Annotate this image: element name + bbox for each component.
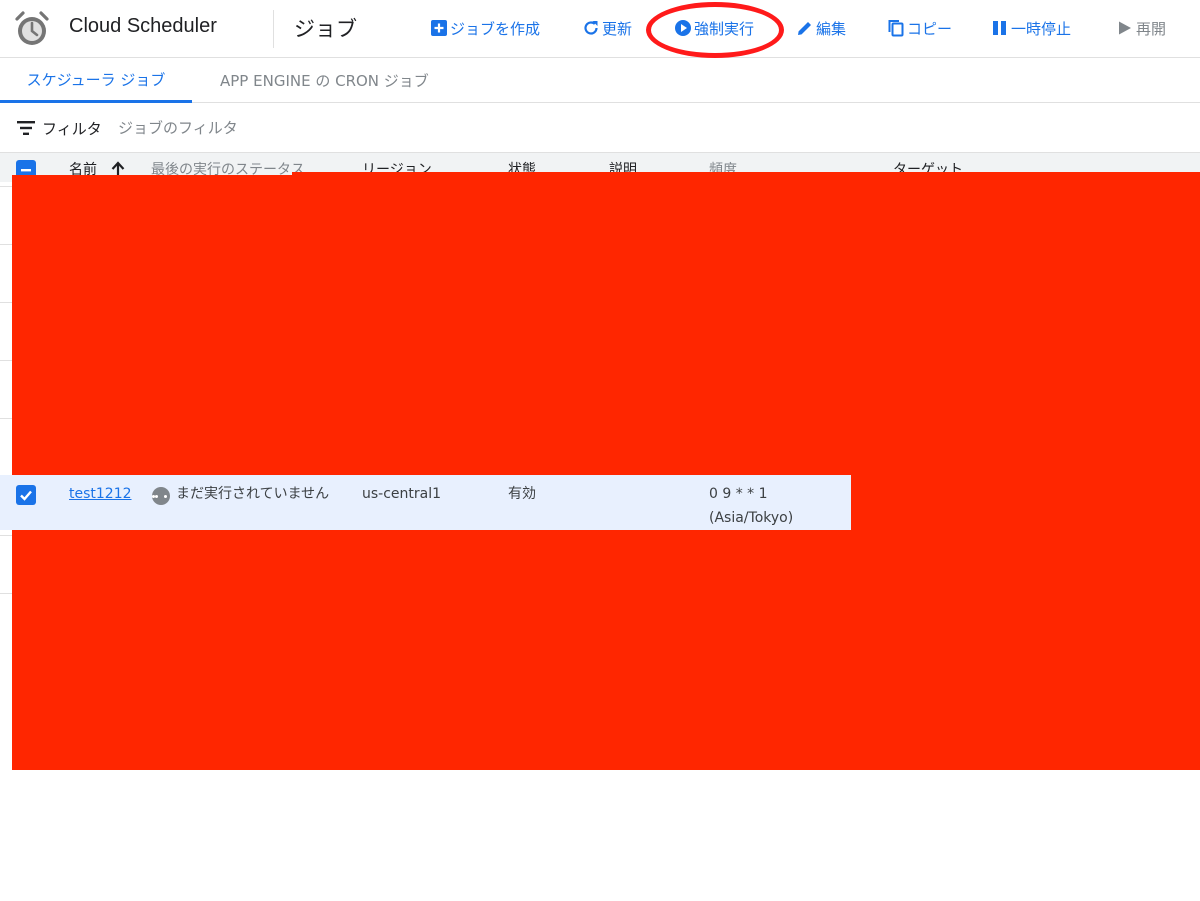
create-job-button[interactable]: ジョブを作成 bbox=[430, 14, 540, 42]
job-type-tabs: スケジューラ ジョブ APP ENGINE の CRON ジョブ bbox=[0, 58, 1200, 103]
filter-input[interactable] bbox=[118, 116, 518, 140]
tab-scheduler-jobs[interactable]: スケジューラ ジョブ bbox=[0, 58, 192, 103]
resume-label: 再開 bbox=[1136, 19, 1167, 38]
row-separator bbox=[0, 244, 12, 245]
refresh-label: 更新 bbox=[602, 19, 633, 38]
row-separator bbox=[0, 186, 12, 187]
check-icon bbox=[20, 490, 32, 501]
play-icon bbox=[1119, 21, 1131, 35]
tab-app-engine-cron-jobs[interactable]: APP ENGINE の CRON ジョブ bbox=[220, 58, 429, 103]
redaction-overlay bbox=[851, 474, 1200, 531]
row-checkbox[interactable] bbox=[16, 485, 36, 505]
run-now-button[interactable]: 強制実行 bbox=[674, 14, 754, 42]
redaction-overlay bbox=[12, 175, 1200, 475]
row-separator bbox=[0, 418, 12, 419]
add-box-icon bbox=[431, 20, 447, 36]
app-title: Cloud Scheduler bbox=[69, 15, 217, 37]
refresh-button[interactable]: 更新 bbox=[582, 14, 632, 42]
table-row[interactable]: test1212 まだ実行されていません us-central1 有効 0 9 … bbox=[0, 475, 851, 530]
job-name-link[interactable]: test1212 bbox=[69, 482, 132, 506]
run-now-label: 強制実行 bbox=[694, 19, 755, 38]
frequency-timezone: (Asia/Tokyo) bbox=[709, 510, 794, 526]
pause-icon bbox=[993, 21, 1006, 35]
copy-button[interactable]: コピー bbox=[887, 14, 952, 42]
refresh-icon bbox=[584, 21, 598, 35]
pause-button[interactable]: 一時停止 bbox=[991, 14, 1071, 42]
state-cell: 有効 bbox=[508, 486, 536, 502]
row-separator bbox=[0, 302, 12, 303]
filter-label: フィルタ bbox=[42, 120, 102, 138]
copy-icon bbox=[888, 20, 904, 37]
play-circle-icon bbox=[675, 20, 691, 36]
edit-label: 編集 bbox=[816, 19, 847, 38]
filter-bar: フィルタ bbox=[0, 104, 1200, 152]
frequency-cron: 0 9 * * 1 bbox=[709, 486, 768, 502]
header-divider bbox=[273, 10, 274, 48]
row-separator bbox=[0, 360, 12, 361]
region-cell: us-central1 bbox=[362, 486, 442, 502]
top-toolbar: Cloud Scheduler ジョブ ジョブを作成 更新 強制実行 編集 コピ… bbox=[0, 0, 1200, 58]
row-separator bbox=[0, 535, 12, 536]
last-run-status: まだ実行されていません bbox=[176, 486, 330, 502]
resume-button[interactable]: 再開 bbox=[1116, 14, 1166, 42]
copy-label: コピー bbox=[907, 19, 953, 38]
filter-list-icon bbox=[17, 121, 35, 135]
edit-button[interactable]: 編集 bbox=[796, 14, 846, 42]
redaction-overlay bbox=[12, 530, 1200, 770]
pause-label: 一時停止 bbox=[1011, 19, 1072, 38]
pencil-icon bbox=[798, 22, 811, 35]
row-separator bbox=[0, 593, 12, 594]
page-title: ジョブ bbox=[294, 17, 357, 41]
create-job-label: ジョブを作成 bbox=[450, 19, 541, 38]
alarm-clock-icon bbox=[15, 11, 49, 45]
frequency-cell: 0 9 * * 1 (Asia/Tokyo) bbox=[709, 482, 793, 530]
